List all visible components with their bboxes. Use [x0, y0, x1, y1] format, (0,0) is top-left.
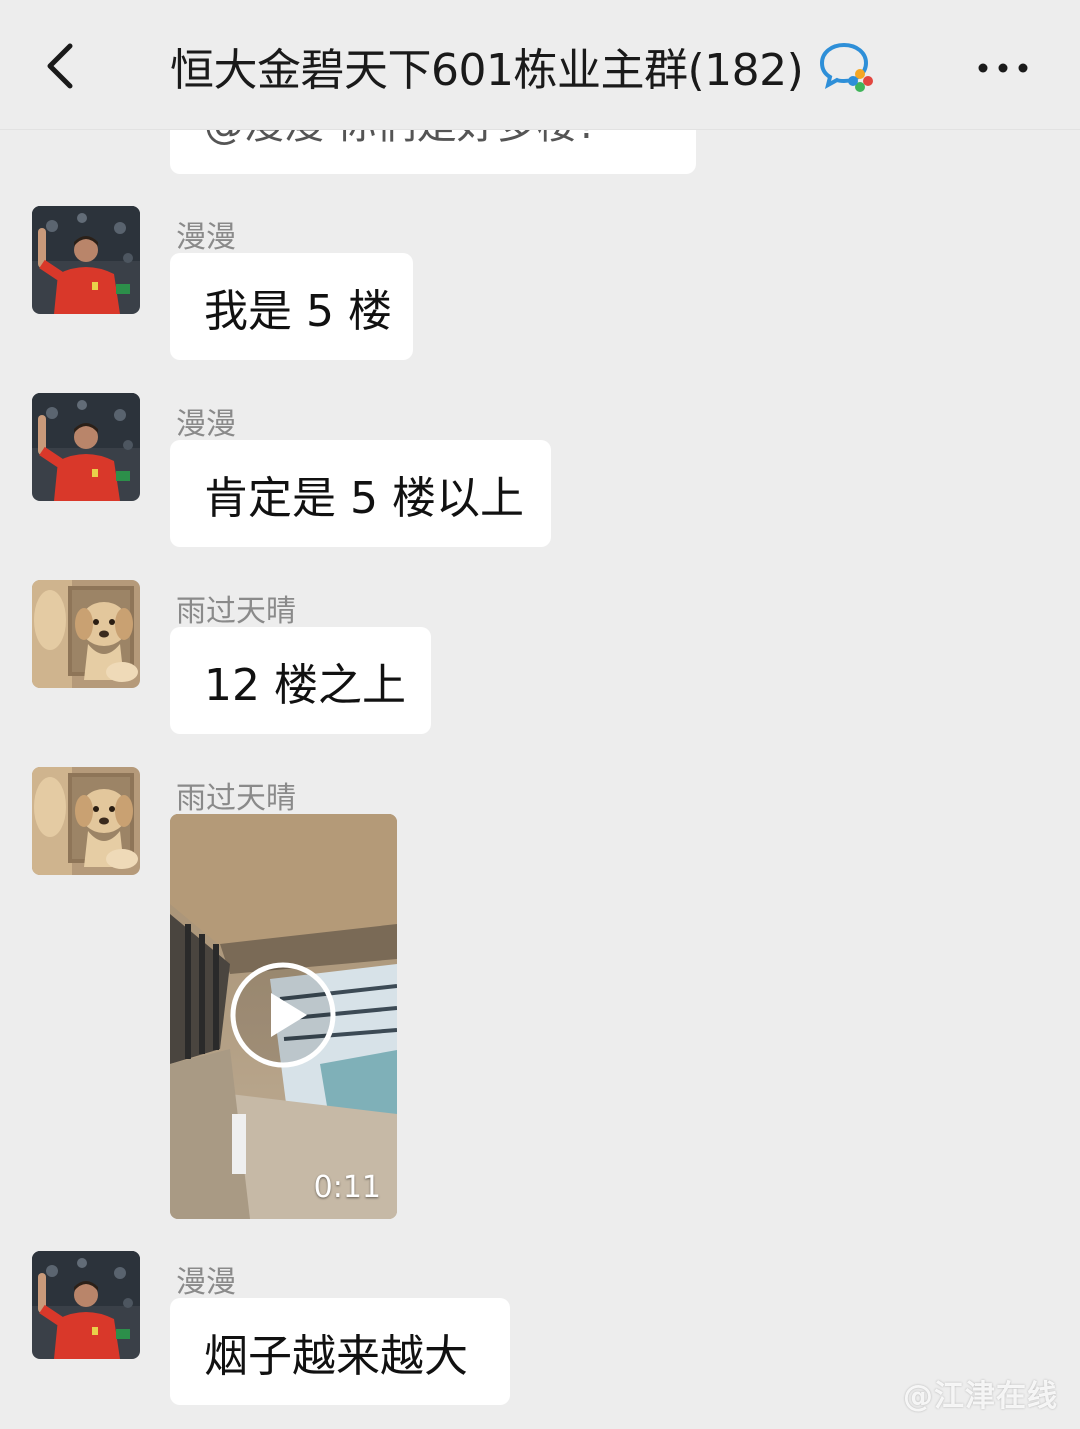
goalkeeper-avatar[interactable]	[32, 1251, 140, 1359]
video-duration: 0:11	[313, 1170, 381, 1205]
sender-name: 雨过天晴	[176, 781, 296, 816]
message-text: 烟子越来越大	[204, 1330, 468, 1382]
sender-name: 漫漫	[176, 407, 236, 442]
sender-name: 雨过天晴	[176, 594, 296, 629]
back-button[interactable]	[30, 36, 90, 96]
message-text: 肯定是 5 楼以上	[204, 472, 524, 524]
sender-name: 漫漫	[176, 1265, 236, 1300]
message-text: 12 楼之上	[204, 659, 406, 711]
goalkeeper-avatar[interactable]	[32, 206, 140, 314]
message-bubble[interactable]: 12 楼之上	[170, 627, 431, 734]
sender-name: 漫漫	[176, 220, 236, 255]
goalkeeper-avatar[interactable]	[32, 393, 140, 501]
play-icon[interactable]	[229, 961, 337, 1069]
chat-header: 恒大金碧天下601栋业主群(182)	[0, 0, 1080, 130]
chevron-left-icon	[47, 43, 73, 89]
watermark: @江津在线	[903, 1379, 1058, 1414]
message-list[interactable]: @漫漫 你们是好多楼? 漫漫 我是 5 楼	[0, 0, 1080, 1429]
puppy-avatar[interactable]	[32, 580, 140, 688]
more-dots-icon	[978, 63, 1028, 73]
chat-title: 恒大金碧天下601栋业主群(182)	[170, 45, 804, 96]
chat-screen: @漫漫 你们是好多楼? 漫漫 我是 5 楼	[0, 0, 1080, 1429]
enterprise-wechat-icon	[820, 42, 874, 92]
chat-title-group[interactable]: 恒大金碧天下601栋业主群(182)	[170, 34, 875, 98]
video-message[interactable]: 0:11	[170, 814, 397, 1219]
more-button[interactable]	[968, 38, 1038, 98]
message-bubble[interactable]: 烟子越来越大	[170, 1298, 510, 1405]
message-text: 我是 5 楼	[204, 285, 392, 337]
message-bubble[interactable]: 我是 5 楼	[170, 253, 413, 360]
puppy-avatar[interactable]	[32, 767, 140, 875]
message-bubble[interactable]: 肯定是 5 楼以上	[170, 440, 551, 547]
